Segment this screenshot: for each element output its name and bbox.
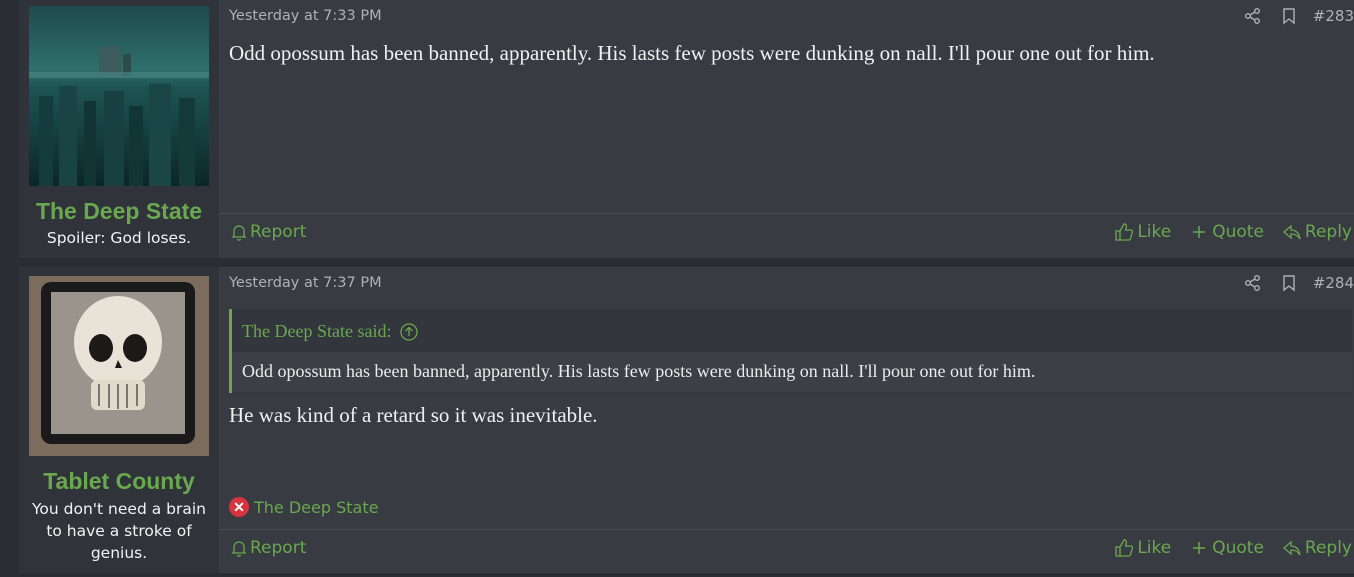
like-button[interactable]: Like xyxy=(1114,222,1171,242)
reply-label: Reply xyxy=(1304,222,1352,242)
bookmark-icon[interactable] xyxy=(1279,6,1299,26)
post-meta-actions: #283 xyxy=(1227,6,1354,26)
post-meta-actions: #284 xyxy=(1227,273,1354,293)
quote-text: Odd opossum has been banned, apparently.… xyxy=(232,352,1352,392)
user-title: You don't need a brain to have a stroke … xyxy=(32,500,206,562)
avatar[interactable] xyxy=(29,6,209,186)
post-283: The Deep State Spoiler: God loses. Yeste… xyxy=(19,0,1354,258)
quote-label: Quote xyxy=(1212,222,1264,242)
reply-button[interactable]: Reply xyxy=(1282,222,1352,242)
author-panel: The Deep State Spoiler: God loses. xyxy=(19,0,219,258)
quote-label: Quote xyxy=(1212,538,1264,558)
share-icon[interactable] xyxy=(1243,273,1263,293)
reply-arrow-icon xyxy=(1282,222,1302,242)
bookmark-icon[interactable] xyxy=(1279,273,1299,293)
post-number[interactable]: #284 xyxy=(1313,274,1354,292)
like-label: Like xyxy=(1137,222,1172,242)
bell-icon xyxy=(231,223,247,241)
reply-arrow-icon xyxy=(1282,538,1302,558)
like-button[interactable]: Like xyxy=(1114,538,1171,558)
like-label: Like xyxy=(1137,538,1172,558)
post-timestamp[interactable]: Yesterday at 7:37 PM xyxy=(229,275,382,291)
arrow-up-circle-icon[interactable] xyxy=(399,322,419,342)
quote-author[interactable]: The Deep State said: xyxy=(242,321,391,342)
bell-icon xyxy=(231,539,247,557)
plus-icon xyxy=(1189,538,1209,558)
report-button[interactable]: Report xyxy=(231,222,306,242)
post-timestamp[interactable]: Yesterday at 7:33 PM xyxy=(229,8,382,24)
username[interactable]: Tablet County xyxy=(19,468,219,495)
post-footer: Report Like Quote Reply xyxy=(219,213,1354,253)
quote-button[interactable]: Quote xyxy=(1189,222,1264,242)
plus-icon xyxy=(1189,222,1209,242)
post-body: Odd opossum has been banned, apparently.… xyxy=(229,41,1155,65)
reaction-user[interactable]: The Deep State xyxy=(254,498,378,517)
reaction-bar[interactable]: ✕ The Deep State xyxy=(229,497,378,517)
thumbs-up-icon xyxy=(1114,538,1134,558)
post-footer: Report Like Quote Reply xyxy=(219,529,1354,569)
reply-button[interactable]: Reply xyxy=(1282,538,1352,558)
avatar[interactable] xyxy=(29,276,209,456)
user-title: Spoiler: God loses. xyxy=(46,229,192,247)
post-number[interactable]: #283 xyxy=(1313,7,1354,25)
quote-button[interactable]: Quote xyxy=(1189,538,1264,558)
post-main: Yesterday at 7:33 PM #283 Odd opossum ha… xyxy=(219,0,1354,258)
username[interactable]: The Deep State xyxy=(19,198,219,225)
quote-header[interactable]: The Deep State said: xyxy=(242,321,419,342)
reply-label: Reply xyxy=(1304,538,1352,558)
post-actions: Like Quote Reply xyxy=(1096,222,1352,242)
report-label: Report xyxy=(250,538,307,558)
share-icon[interactable] xyxy=(1243,6,1263,26)
thumbs-up-icon xyxy=(1114,222,1134,242)
post-main: Yesterday at 7:37 PM #284 The Deep State… xyxy=(219,267,1354,573)
post-body: He was kind of a retard so it was inevit… xyxy=(229,403,598,427)
quote-block: The Deep State said: Odd opossum has bee… xyxy=(229,309,1352,393)
post-actions: Like Quote Reply xyxy=(1096,538,1352,558)
report-label: Report xyxy=(250,222,307,242)
x-icon: ✕ xyxy=(229,497,249,517)
author-panel: Tablet County You don't need a brain to … xyxy=(19,267,219,573)
post-284: Tablet County You don't need a brain to … xyxy=(19,267,1354,573)
report-button[interactable]: Report xyxy=(231,538,306,558)
